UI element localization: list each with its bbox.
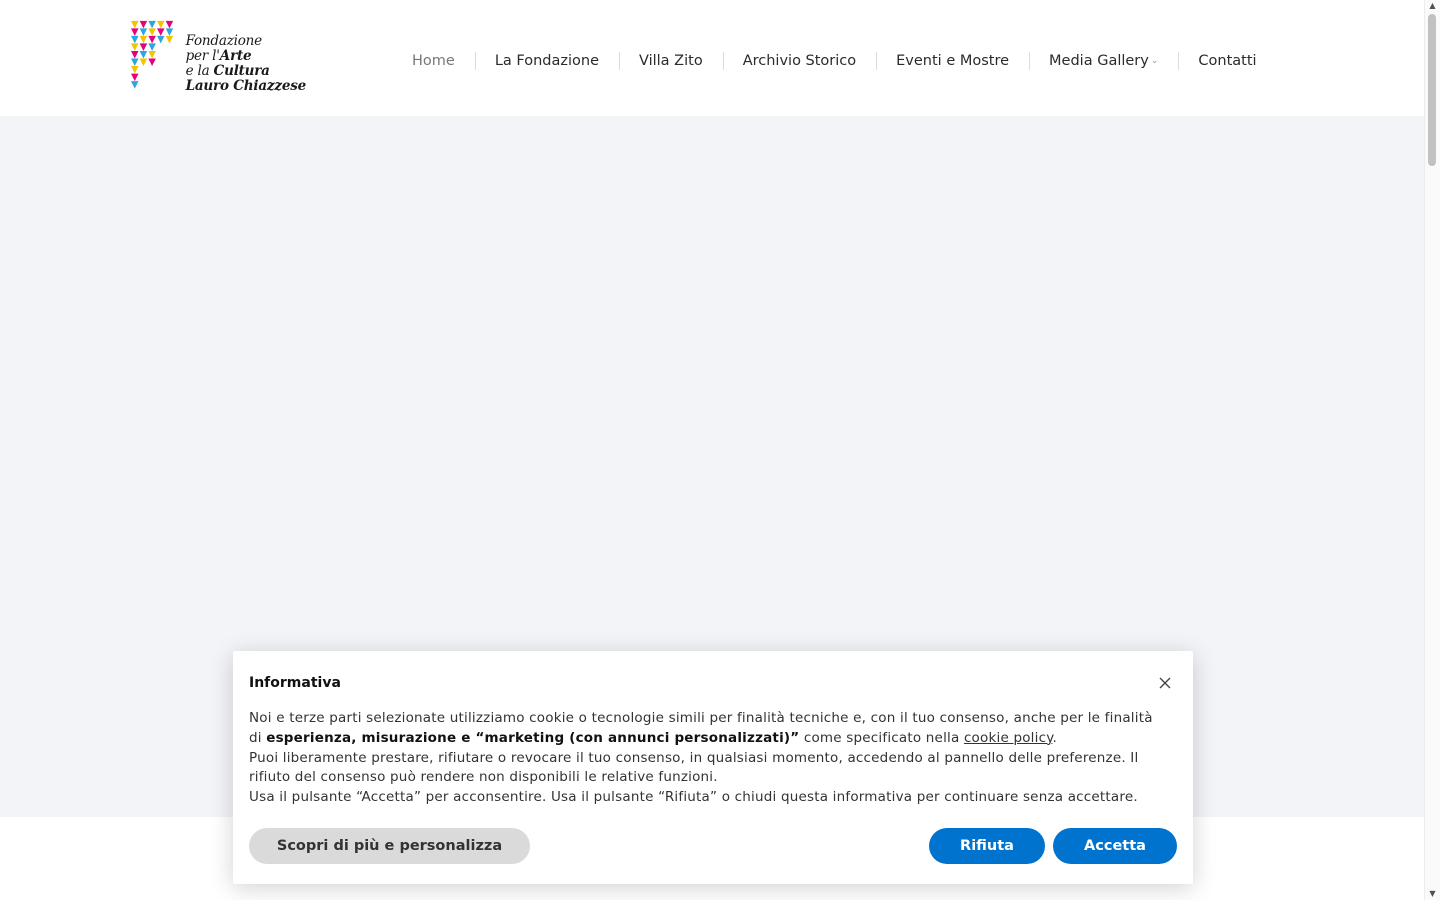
logo-triangle: [156, 20, 165, 29]
logo-triangle: [148, 50, 156, 59]
logo-line-4: Lauro Chiazzese: [185, 78, 307, 94]
logo-line-1: Fondazione: [185, 33, 263, 49]
nav-item-media-gallery-label: Media Gallery: [1049, 53, 1149, 69]
logo-triangle: [165, 35, 174, 44]
accept-button[interactable]: Accetta: [1053, 828, 1177, 864]
logo-triangle: [148, 28, 156, 36]
page-scrollbar[interactable]: ▲ ▼: [1424, 0, 1440, 900]
cookie-paragraph-2: Puoi liberamente prestare, rifiutare o r…: [249, 749, 1139, 786]
logo-text: Fondazione per l'Arte e la Cultura Lauro…: [185, 33, 307, 96]
chevron-down-icon: ⌄: [1150, 56, 1159, 66]
logo-triangle: [139, 43, 148, 51]
logo-triangle: [156, 28, 165, 36]
logo-triangle: [139, 28, 148, 36]
cookie-policy-link[interactable]: cookie policy: [964, 730, 1053, 746]
logo-line-3: e la Cultura: [185, 63, 270, 79]
nav-item-villa-zito[interactable]: Villa Zito: [619, 48, 723, 74]
site-header: Fondazione per l'Arte e la Cultura Lauro…: [0, 0, 1425, 116]
logo-triangles-icon: [131, 20, 174, 89]
logo-triangle: [131, 73, 139, 82]
cookie-banner: Informativa Noi e terze parti selezionat…: [233, 651, 1193, 884]
logo-line-2: per l'Arte: [185, 48, 252, 64]
cookie-paragraph-3: Usa il pulsante “Accetta” per acconsenti…: [249, 789, 1138, 806]
nav-item-archivio-storico[interactable]: Archivio Storico: [722, 48, 876, 74]
logo-triangle: [148, 35, 156, 44]
logo-triangle: [131, 66, 139, 74]
logo-triangle: [131, 35, 139, 44]
cookie-title: Informativa: [249, 675, 341, 691]
logo-triangle: [131, 20, 139, 29]
logo-triangle: [148, 20, 156, 29]
logo-triangle: [148, 58, 156, 67]
scroll-down-icon[interactable]: ▼: [1428, 890, 1437, 898]
scrollbar-thumb[interactable]: [1428, 14, 1436, 166]
logo-triangle: [165, 28, 174, 36]
logo-triangle: [139, 50, 148, 59]
logo-triangle: [131, 43, 139, 51]
nav-item-eventi-e-mostre[interactable]: Eventi e Mostre: [876, 48, 1029, 74]
reject-button[interactable]: Rifiuta: [929, 828, 1045, 864]
logo-triangle: [148, 43, 156, 51]
logo-triangle: [165, 20, 174, 29]
logo-triangle: [139, 35, 148, 44]
nav-item-la-fondazione[interactable]: La Fondazione: [474, 48, 619, 74]
scroll-up-icon[interactable]: ▲: [1428, 2, 1437, 10]
nav-item-contatti[interactable]: Contatti: [1178, 48, 1276, 74]
cookie-text: Noi e terze parti selezionate utilizziam…: [249, 709, 1169, 808]
logo-triangle: [131, 58, 139, 67]
logo-triangle: [131, 50, 139, 59]
logo[interactable]: Fondazione per l'Arte e la Cultura Lauro…: [131, 16, 306, 96]
close-icon[interactable]: [1157, 675, 1173, 691]
nav-item-home[interactable]: Home: [392, 48, 475, 74]
logo-triangle: [156, 35, 165, 44]
logo-triangle: [139, 20, 148, 29]
nav-item-media-gallery[interactable]: Media Gallery ⌄: [1029, 48, 1178, 74]
logo-triangle: [131, 28, 139, 36]
learn-more-customize-button[interactable]: Scopri di più e personalizza: [249, 828, 530, 864]
logo-triangle: [139, 58, 148, 67]
cookie-paragraph-1: Noi e terze parti selezionate utilizziam…: [249, 710, 1153, 746]
logo-triangle: [131, 81, 139, 89]
main-nav: Home La Fondazione Villa Zito Archivio S…: [392, 48, 1277, 74]
